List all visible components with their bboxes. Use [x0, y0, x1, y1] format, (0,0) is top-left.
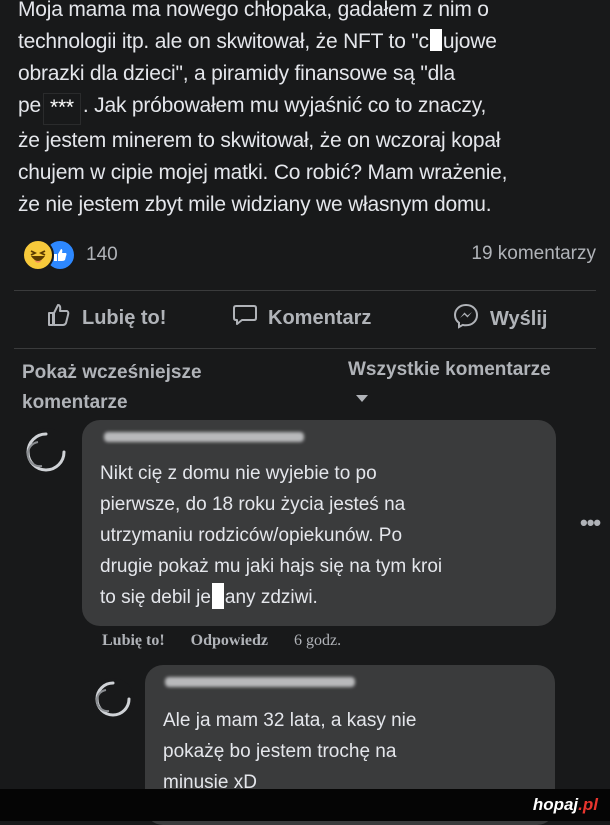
more-options-icon[interactable]: ••• — [580, 510, 601, 536]
thumbs-up-icon — [46, 302, 72, 334]
show-earlier-comments-link[interactable]: Pokaż wcześniejsze komentarze — [22, 358, 262, 418]
reaction-count: 140 — [86, 244, 118, 265]
comment-meta: Lubię to! Odpowiedz 6 godz. — [102, 632, 341, 650]
post-text-segment: chujem w cipie mojej matki. Co robić? Ma… — [18, 161, 508, 184]
comment-line: Nikt cię z domu nie wyjebie to po — [100, 463, 377, 484]
post-line: technologii itp. ale on skwitował, że NF… — [18, 26, 598, 58]
comment-text-segment: to się debil je — [100, 587, 211, 608]
comment-line: Ale ja mam 32 lata, a kasy nie — [163, 710, 417, 731]
comment-filter-dropdown[interactable]: Wszystkie komentarze — [348, 355, 568, 415]
post-text-segment: pe — [18, 94, 41, 117]
reactions-summary[interactable]: 140 — [22, 239, 118, 271]
post-line: Moja mama ma nowego chłopaka, gadałem z … — [18, 0, 598, 26]
post-text-segment: Moja mama ma nowego chłopaka, gadałem z … — [18, 0, 489, 21]
post-line: obrazki dla dzieci", a piramidy finansow… — [18, 58, 598, 90]
post-text-segment: ujowe — [442, 30, 497, 53]
comment-like-link[interactable]: Lubię to! — [102, 632, 165, 650]
post-line: pe ***. Jak próbowałem mu wyjaśnić co to … — [18, 90, 598, 125]
comment-text-segment: any zdziwi. — [224, 587, 318, 608]
avatar[interactable] — [22, 428, 70, 476]
messenger-icon — [452, 302, 480, 336]
haha-reaction-icon — [22, 239, 54, 271]
divider — [14, 290, 596, 291]
comment-text: Nikt cię z domu nie wyjebie to po pierws… — [100, 458, 540, 613]
watermark-tld: .pl — [578, 795, 598, 814]
comment-line: pierwsze, do 18 roku życia jesteś na — [100, 494, 406, 515]
comment-bubble: Nikt cię z domu nie wyjebie to po pierws… — [82, 420, 556, 626]
comment-button-label: Komentarz — [268, 306, 372, 329]
post-text-segment: . Jak próbowałem mu wyjaśnić co to znacz… — [82, 94, 487, 117]
post-text: Moja mama ma nowego chłopaka, gadałem z … — [18, 0, 598, 221]
post-line: że nie jestem zbyt mile widziany we włas… — [18, 189, 598, 221]
comment-button[interactable]: Komentarz — [232, 302, 371, 334]
post-text-segment: że nie jestem zbyt mile widziany we włas… — [18, 193, 492, 216]
comment-line: pokażę bo jestem trochę na — [163, 741, 397, 762]
comment-line: utrzymaniu rodziców/opiekunów. Po — [100, 525, 403, 546]
comment-text: Ale ja mam 32 lata, a kasy nie pokażę bo… — [163, 705, 533, 798]
post-text-segment: obrazki dla dzieci", a piramidy finansow… — [18, 62, 455, 85]
comment-icon — [232, 302, 258, 334]
comment-line: drugie pokaż mu jaki hajs się na tym kro… — [100, 556, 443, 577]
send-button-label: Wyślij — [490, 307, 548, 330]
commenter-name-redacted — [104, 432, 304, 442]
watermark-text: hopaj — [532, 795, 579, 814]
post-actions: Lubię to! Komentarz Wyślij — [0, 302, 610, 342]
watermark-bar: hopaj.pl — [0, 789, 610, 821]
send-button[interactable]: Wyślij — [452, 302, 547, 336]
censor-block — [211, 583, 224, 609]
post-text-segment: że jestem minerem to skwitował, że on wc… — [18, 129, 501, 152]
comment-line: to się debil je any zdziwi. — [100, 582, 540, 613]
commenter-name-redacted — [165, 677, 355, 687]
comment-filter-label: Wszystkie komentarze — [348, 359, 551, 380]
divider — [14, 348, 596, 349]
site-watermark: hopaj.pl — [533, 795, 598, 815]
censor-stars: *** — [42, 93, 81, 125]
comment-reply-link[interactable]: Odpowiedz — [191, 632, 268, 650]
post-text-segment: technologii itp. ale on skwitował, że NF… — [18, 30, 429, 53]
like-button[interactable]: Lubię to! — [46, 302, 166, 334]
comment-count[interactable]: 19 komentarzy — [471, 243, 596, 265]
chevron-down-icon — [356, 395, 368, 402]
censor-block — [429, 29, 442, 51]
avatar[interactable] — [92, 678, 134, 720]
post-line: że jestem minerem to skwitował, że on wc… — [18, 125, 598, 157]
like-button-label: Lubię to! — [82, 306, 167, 329]
comment-timestamp: 6 godz. — [294, 632, 342, 649]
post-line: chujem w cipie mojej matki. Co robić? Ma… — [18, 157, 598, 189]
